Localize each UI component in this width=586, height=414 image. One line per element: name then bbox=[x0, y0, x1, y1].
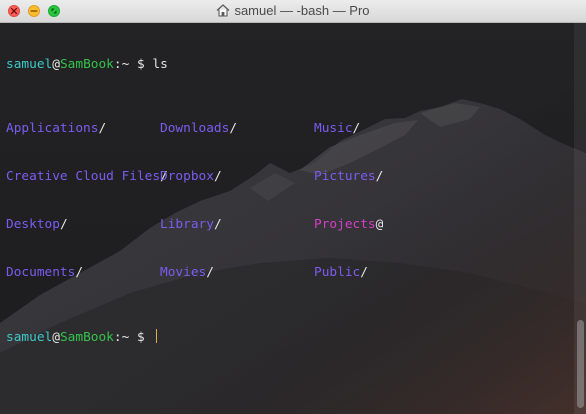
window-title: samuel — -bash — Pro bbox=[234, 3, 370, 18]
listing-entry: Creative Cloud Files/ bbox=[6, 169, 168, 184]
listing-row: Documents/ Movies/ Public/ bbox=[6, 265, 368, 281]
listing-entry: Applications/ bbox=[6, 121, 107, 136]
listing-row: Desktop/ Library/ Projects@ bbox=[6, 217, 383, 233]
text-cursor bbox=[156, 329, 158, 343]
listing-row: Applications/ Downloads/ Music/ bbox=[6, 121, 360, 137]
prompt-user: samuel bbox=[6, 330, 53, 345]
home-icon bbox=[217, 4, 230, 17]
listing-entry: Documents/ bbox=[6, 265, 84, 280]
terminal-window: samuel — -bash — Pro samuel@SamBook:~ $ … bbox=[0, 0, 586, 414]
listing-entry: Movies/ bbox=[160, 265, 214, 280]
prompt-at: @ bbox=[52, 330, 60, 345]
terminal-content[interactable]: samuel@SamBook:~ $ ls Applications/ Down… bbox=[0, 23, 586, 414]
listing-row: Creative Cloud Files/ Dropbox/ Pictures/ bbox=[6, 169, 383, 185]
prompt-line[interactable]: samuel@SamBook:~ $ bbox=[6, 329, 168, 345]
title-bar[interactable]: samuel — -bash — Pro bbox=[0, 0, 586, 23]
listing-entry: Desktop/ bbox=[6, 217, 68, 232]
listing-entry: Music/ bbox=[314, 121, 361, 136]
prompt-host: SamBook bbox=[59, 57, 114, 72]
window-title-area: samuel — -bash — Pro bbox=[0, 0, 586, 22]
terminal-output: samuel@SamBook:~ $ ls Applications/ Down… bbox=[6, 25, 383, 377]
command-text: ls bbox=[152, 57, 168, 72]
prompt-path: :~ $ bbox=[113, 57, 153, 72]
listing-entry: Downloads/ bbox=[160, 121, 238, 136]
prompt-at: @ bbox=[52, 57, 60, 72]
listing-entry: Public/ bbox=[314, 265, 368, 280]
listing-entry: Projects@ bbox=[314, 217, 384, 232]
prompt-user: samuel bbox=[6, 57, 53, 72]
prompt-host: SamBook bbox=[59, 330, 114, 345]
prompt-line: samuel@SamBook:~ $ ls bbox=[6, 57, 168, 73]
vertical-scrollbar-thumb[interactable] bbox=[577, 320, 584, 408]
listing-entry: Pictures/ bbox=[314, 169, 384, 184]
prompt-path: :~ $ bbox=[113, 330, 153, 345]
listing-entry: Library/ bbox=[160, 217, 222, 232]
listing-entry: Dropbox/ bbox=[160, 169, 222, 184]
